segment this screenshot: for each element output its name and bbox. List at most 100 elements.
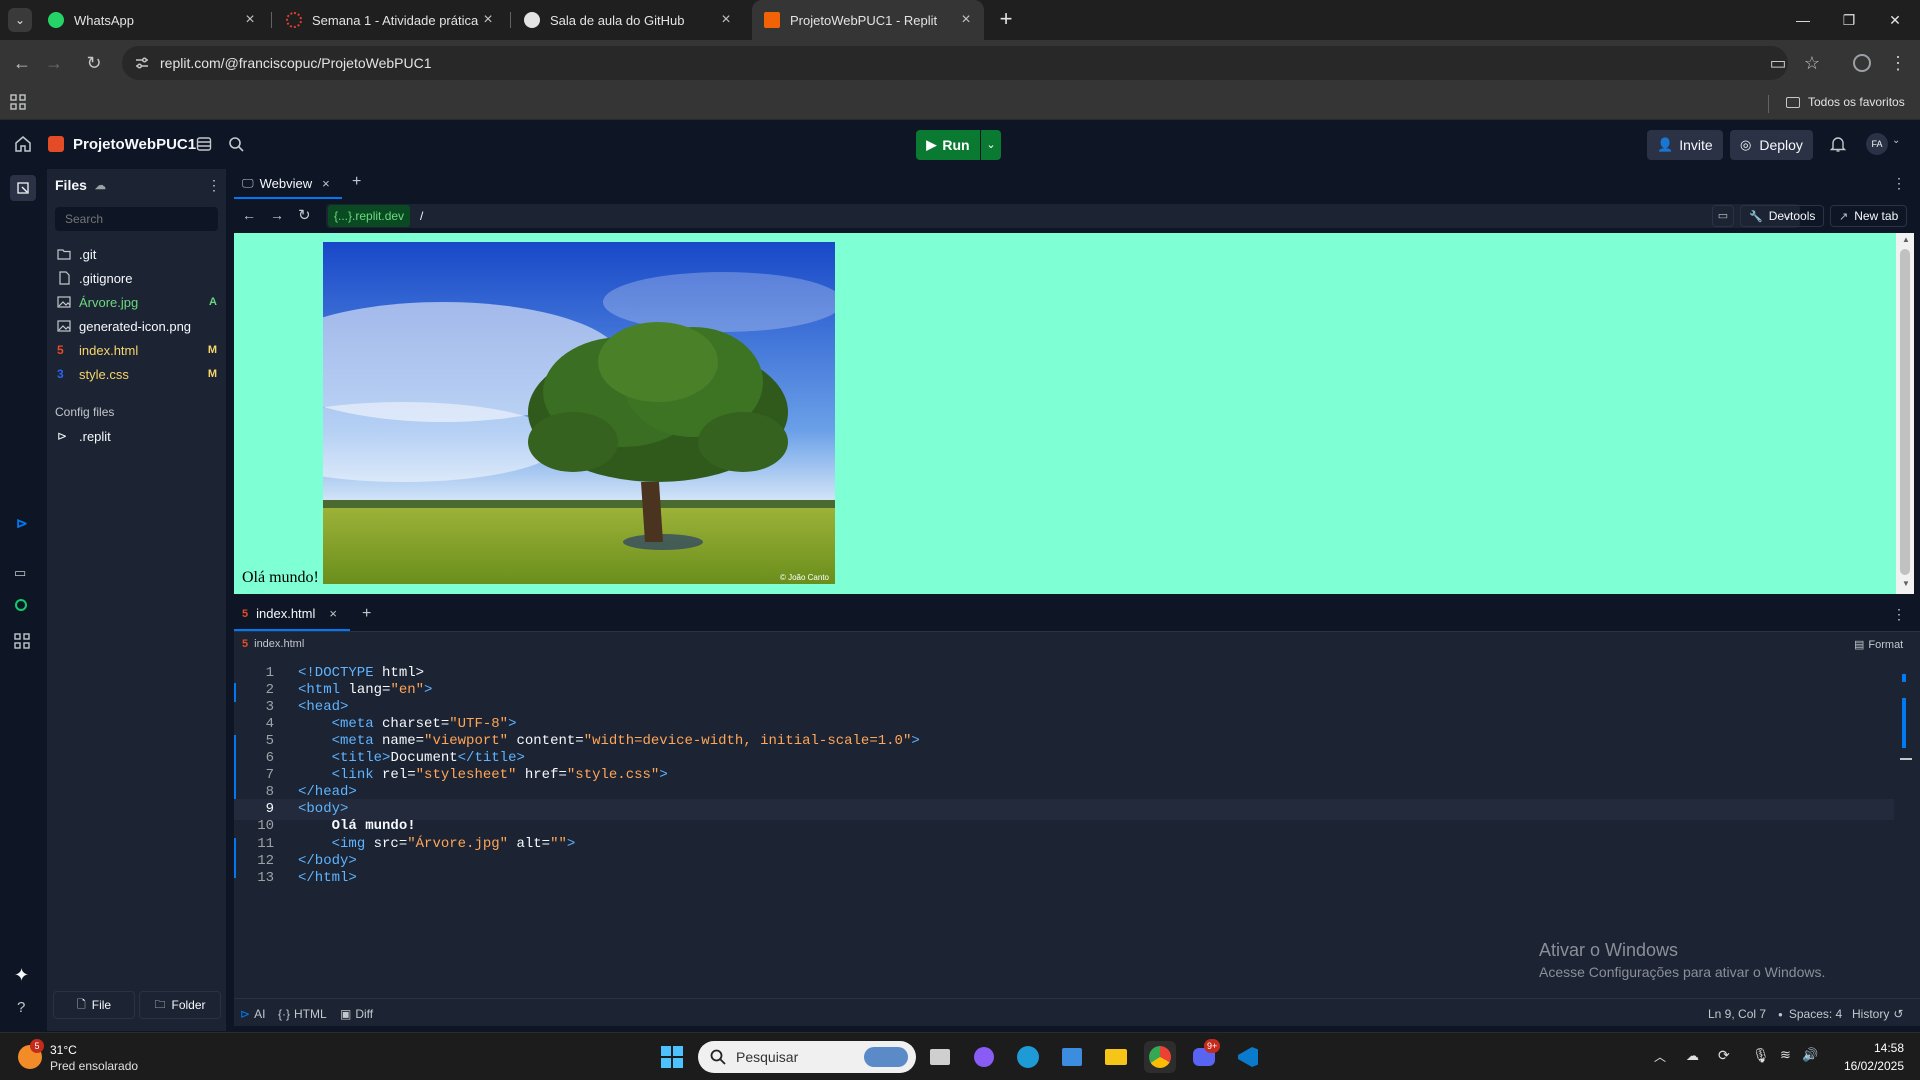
reload-icon[interactable]: ↻ [80, 49, 108, 77]
webview-tool-icon[interactable]: ▭ [14, 565, 26, 581]
all-tools-grid-icon[interactable] [14, 633, 30, 649]
weather-temp[interactable]: 31°C [50, 1043, 77, 1057]
code-editor[interactable]: 1 <!DOCTYPE html> 2 <html lang="en"> 3 <head>… [234, 658, 1920, 998]
close-tab-icon[interactable]: × [329, 606, 337, 621]
task-view-icon[interactable] [924, 1041, 956, 1073]
diff-toggle[interactable]: ▣ Diff [340, 1007, 373, 1021]
window-close-icon[interactable]: ✕ [1872, 0, 1918, 40]
notifications-bell-icon[interactable] [1830, 135, 1846, 153]
file-explorer-icon[interactable] [1100, 1041, 1132, 1073]
scrollbar-thumb[interactable] [1900, 249, 1910, 575]
close-tab-icon[interactable]: × [242, 12, 258, 28]
add-tab-icon[interactable]: + [352, 173, 361, 191]
avatar[interactable]: FA [1866, 133, 1888, 155]
replit-agent-icon[interactable]: ⊳ [16, 515, 28, 532]
file-item-style-css[interactable]: 3 style.css M [57, 363, 217, 385]
all-bookmarks-folder[interactable]: Todos os favoritos [1786, 95, 1905, 109]
back-icon[interactable]: ← [8, 49, 36, 77]
home-icon[interactable] [14, 135, 32, 153]
volume-icon[interactable]: 🔊 [1802, 1047, 1818, 1063]
help-icon[interactable]: ? [17, 999, 25, 1016]
close-tab-icon[interactable]: × [958, 12, 974, 28]
microphone-icon[interactable]: 🎙 [1752, 1047, 1770, 1064]
minimize-icon[interactable]: — [1780, 0, 1826, 40]
browser-tab-github[interactable]: Sala de aula do GitHub × [512, 0, 744, 40]
run-button[interactable]: ▶ Run [916, 130, 980, 160]
weather-desc[interactable]: Pred ensolarado [50, 1059, 138, 1073]
profile-icon[interactable] [1848, 49, 1876, 77]
windows-start-icon[interactable] [656, 1041, 688, 1073]
invite-button[interactable]: 👤 Invite [1647, 130, 1723, 160]
site-settings-icon[interactable] [134, 55, 150, 71]
project-name[interactable]: ProjetoWebPUC1 [73, 136, 196, 153]
apps-grid-icon[interactable] [10, 94, 26, 110]
breadcrumb[interactable]: 5 index.html [242, 638, 304, 650]
file-item-gitignore[interactable]: .gitignore [57, 267, 217, 289]
format-button[interactable]: ▤ Format [1854, 638, 1903, 652]
language-indicator[interactable]: {·} HTML [278, 1007, 327, 1021]
webview-reload-icon[interactable]: ↻ [298, 206, 311, 224]
files-menu-icon[interactable]: ⋮ [207, 177, 221, 194]
project-info-icon[interactable] [196, 136, 212, 152]
file-item-arvore[interactable]: Árvore.jpg A [57, 291, 217, 313]
bookmark-star-icon[interactable]: ☆ [1798, 49, 1826, 77]
taskbar-search[interactable]: Pesquisar [698, 1041, 916, 1073]
address-bar[interactable]: replit.com/@franciscopuc/ProjetoWebPUC1 [122, 46, 1788, 80]
tab-webview[interactable]: 🖵 Webview × [234, 169, 342, 199]
more-menu-icon[interactable]: ⋮ [1884, 49, 1912, 77]
ai-toggle[interactable]: ⊳ AI [240, 1007, 265, 1021]
open-new-tab-button[interactable]: ↗ New tab [1830, 205, 1908, 227]
close-tab-icon[interactable]: × [322, 176, 330, 191]
webview-url-input[interactable]: {...}.replit.dev / → [326, 204, 1800, 228]
webview-scrollbar[interactable]: ▲ ▼ [1896, 233, 1914, 594]
cursor-position[interactable]: Ln 9, Col 7 [1708, 1007, 1766, 1021]
store-icon[interactable] [1056, 1041, 1088, 1073]
forward-icon[interactable]: → [40, 49, 68, 77]
edge-icon[interactable] [1012, 1041, 1044, 1073]
webview-back-icon[interactable]: ← [242, 207, 256, 223]
clock-time[interactable]: 14:58 [1836, 1041, 1904, 1055]
code-line[interactable]: 13 </html> [234, 867, 1894, 888]
files-search-input[interactable] [55, 207, 218, 231]
ai-sparkle-icon[interactable]: ✦ [14, 965, 29, 986]
new-tab-button[interactable]: + [994, 8, 1018, 32]
pane-menu-icon[interactable]: ⋮ [1892, 175, 1906, 192]
tab-search-button[interactable]: ⌄ [8, 8, 32, 32]
run-options-chevron-icon[interactable]: ⌄ [981, 130, 1001, 160]
copilot-icon[interactable] [968, 1041, 1000, 1073]
editor-scrollbar[interactable] [1898, 658, 1912, 996]
chrome-icon[interactable] [1144, 1041, 1176, 1073]
file-item-index-html[interactable]: 5 index.html M [57, 339, 217, 361]
file-item-generated-icon[interactable]: generated-icon.png [57, 315, 217, 337]
scroll-up-icon[interactable]: ▲ [1902, 235, 1910, 244]
new-file-button[interactable]: 🗋 File [53, 991, 135, 1019]
sync-icon[interactable]: ⟳ [1718, 1047, 1730, 1064]
browser-tab-replit[interactable]: ProjetoWebPUC1 - Replit × [752, 0, 984, 40]
wifi-icon[interactable]: ≋ [1780, 1047, 1791, 1063]
add-tab-icon[interactable]: + [362, 605, 371, 623]
deploy-button[interactable]: ◎ Deploy [1730, 130, 1813, 160]
onedrive-icon[interactable]: ☁ [1686, 1048, 1699, 1064]
install-app-icon[interactable]: ▭ [1764, 49, 1792, 77]
git-tool-icon[interactable] [15, 599, 27, 611]
vscode-icon[interactable] [1232, 1041, 1264, 1073]
scroll-down-icon[interactable]: ▼ [1902, 579, 1910, 588]
new-folder-button[interactable]: 🗀 Folder [139, 991, 221, 1019]
clock-date[interactable]: 16/02/2025 [1836, 1059, 1904, 1073]
history-button[interactable]: History ↺ [1852, 1007, 1903, 1021]
indent-setting[interactable]: ● Spaces: 4 [1778, 1007, 1842, 1021]
search-icon[interactable] [228, 136, 244, 152]
account-chevron-icon[interactable]: ⌄ [1892, 135, 1900, 146]
device-preview-icon[interactable]: ▭ [1712, 205, 1734, 227]
browser-tab-semana[interactable]: Semana 1 - Atividade prática × [274, 0, 506, 40]
devtools-button[interactable]: 🔧 Devtools [1740, 205, 1825, 227]
close-tab-icon[interactable]: × [718, 12, 734, 28]
tray-overflow-chevron-icon[interactable]: ︿ [1654, 1048, 1666, 1065]
browser-tab-whatsapp[interactable]: WhatsApp × [36, 0, 268, 40]
files-tool-icon[interactable] [10, 175, 36, 201]
restore-icon[interactable]: ❐ [1826, 0, 1872, 40]
file-item-git[interactable]: .git [57, 243, 217, 265]
close-tab-icon[interactable]: × [480, 12, 496, 28]
webview-forward-icon[interactable]: → [270, 207, 284, 223]
pane-menu-icon[interactable]: ⋮ [1892, 606, 1906, 623]
